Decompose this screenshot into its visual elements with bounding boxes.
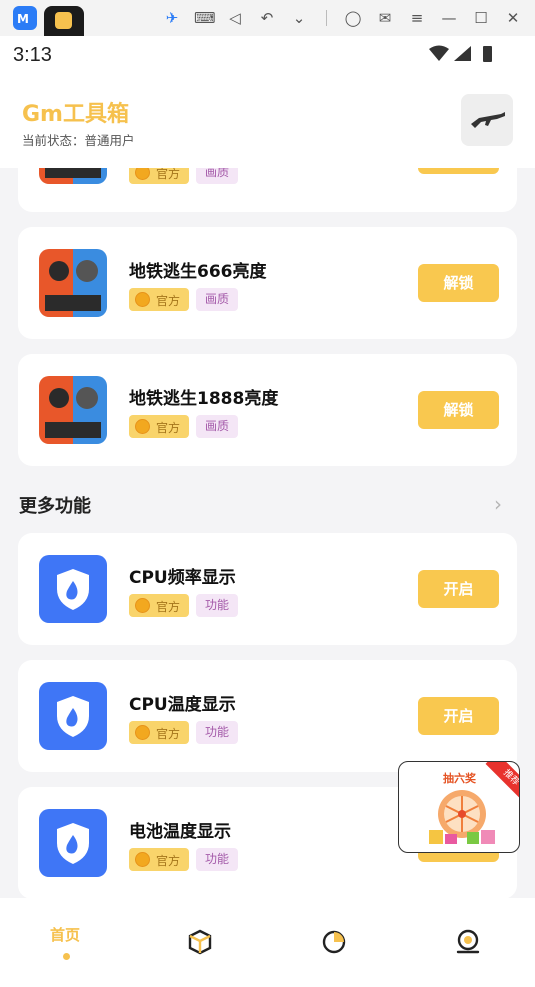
enable-button[interactable]: 开启 (418, 570, 499, 608)
official-tag: 官方 (129, 594, 189, 617)
category-tag: 画质 (196, 288, 238, 311)
enable-button[interactable]: 开启 (418, 697, 499, 735)
volume-icon[interactable]: ◁ (226, 9, 244, 27)
cube-icon[interactable] (186, 928, 214, 956)
app-title: Gm工具箱 (22, 102, 129, 127)
chevron-right-icon[interactable]: › (494, 492, 502, 516)
close-icon[interactable]: ✕ (504, 9, 522, 27)
nav-home-label[interactable]: 首页 (50, 924, 80, 945)
toolbar-divider (326, 10, 327, 26)
official-tag: 官方 (129, 288, 189, 311)
card-title: 电池温度显示 (129, 822, 231, 842)
undo-icon[interactable]: ↶ (258, 9, 276, 27)
coin-icon (135, 598, 150, 613)
nav-home[interactable] (0, 0, 133, 89)
maximize-icon[interactable]: ☐ (472, 9, 490, 27)
pie-chart-icon[interactable] (320, 928, 348, 956)
shield-icon (39, 809, 107, 877)
battery-icon (483, 46, 492, 62)
signal-icon (454, 46, 471, 61)
keyboard-icon[interactable]: ⌨ (194, 9, 216, 27)
user-status: 当前状态：普通用户 (22, 133, 135, 148)
feature-card: 地铁逃生666亮度 官方 画质 解锁 (18, 227, 517, 339)
lottery-promo[interactable]: 抽六奖 推荐 (398, 761, 520, 853)
category-tag: 功能 (196, 721, 238, 744)
coin-icon (135, 292, 150, 307)
weapon-button[interactable] (461, 94, 513, 146)
chevron-down-icon[interactable]: ⌄ (290, 9, 308, 27)
unlock-button[interactable]: 解锁 (418, 391, 499, 429)
coin-icon (135, 419, 150, 434)
section-title: 更多功能 (19, 496, 91, 517)
feature-card: CPU温度显示 官方 功能 开启 (18, 660, 517, 772)
shield-icon (39, 682, 107, 750)
controller-icon[interactable]: ✈ (163, 9, 181, 27)
mail-icon[interactable]: ✉ (376, 9, 394, 27)
card-title: CPU频率显示 (129, 568, 236, 588)
promo-title: 抽六奖 (443, 772, 476, 785)
official-tag: 官方 (129, 415, 189, 438)
card-title: CPU温度显示 (129, 695, 236, 715)
user-icon[interactable]: ◯ (344, 9, 362, 27)
shield-icon (39, 555, 107, 623)
category-tag: 画质 (196, 415, 238, 438)
card-title: 地铁逃生1888亮度 (129, 389, 279, 409)
official-tag: 官方 (129, 721, 189, 744)
wifi-icon (429, 45, 449, 61)
category-tag: 功能 (196, 594, 238, 617)
rifle-icon (471, 112, 505, 128)
minimize-icon[interactable]: — (440, 9, 458, 27)
status-icons (429, 45, 492, 62)
profile-icon[interactable] (454, 928, 482, 956)
card-title: 地铁逃生666亮度 (129, 262, 267, 282)
category-tag: 功能 (196, 848, 238, 871)
coin-icon (135, 852, 150, 867)
feature-card: 地铁逃生1888亮度 官方 画质 解锁 (18, 354, 517, 466)
prize-wheel-icon (429, 790, 495, 844)
coin-icon (135, 725, 150, 740)
unlock-button[interactable]: 解锁 (418, 264, 499, 302)
feature-card: CPU频率显示 官方 功能 开启 (18, 533, 517, 645)
nav-active-indicator (63, 953, 70, 960)
game-thumbnail (39, 376, 107, 444)
official-tag: 官方 (129, 848, 189, 871)
game-thumbnail (39, 249, 107, 317)
menu-icon[interactable]: ≡ (408, 9, 426, 27)
